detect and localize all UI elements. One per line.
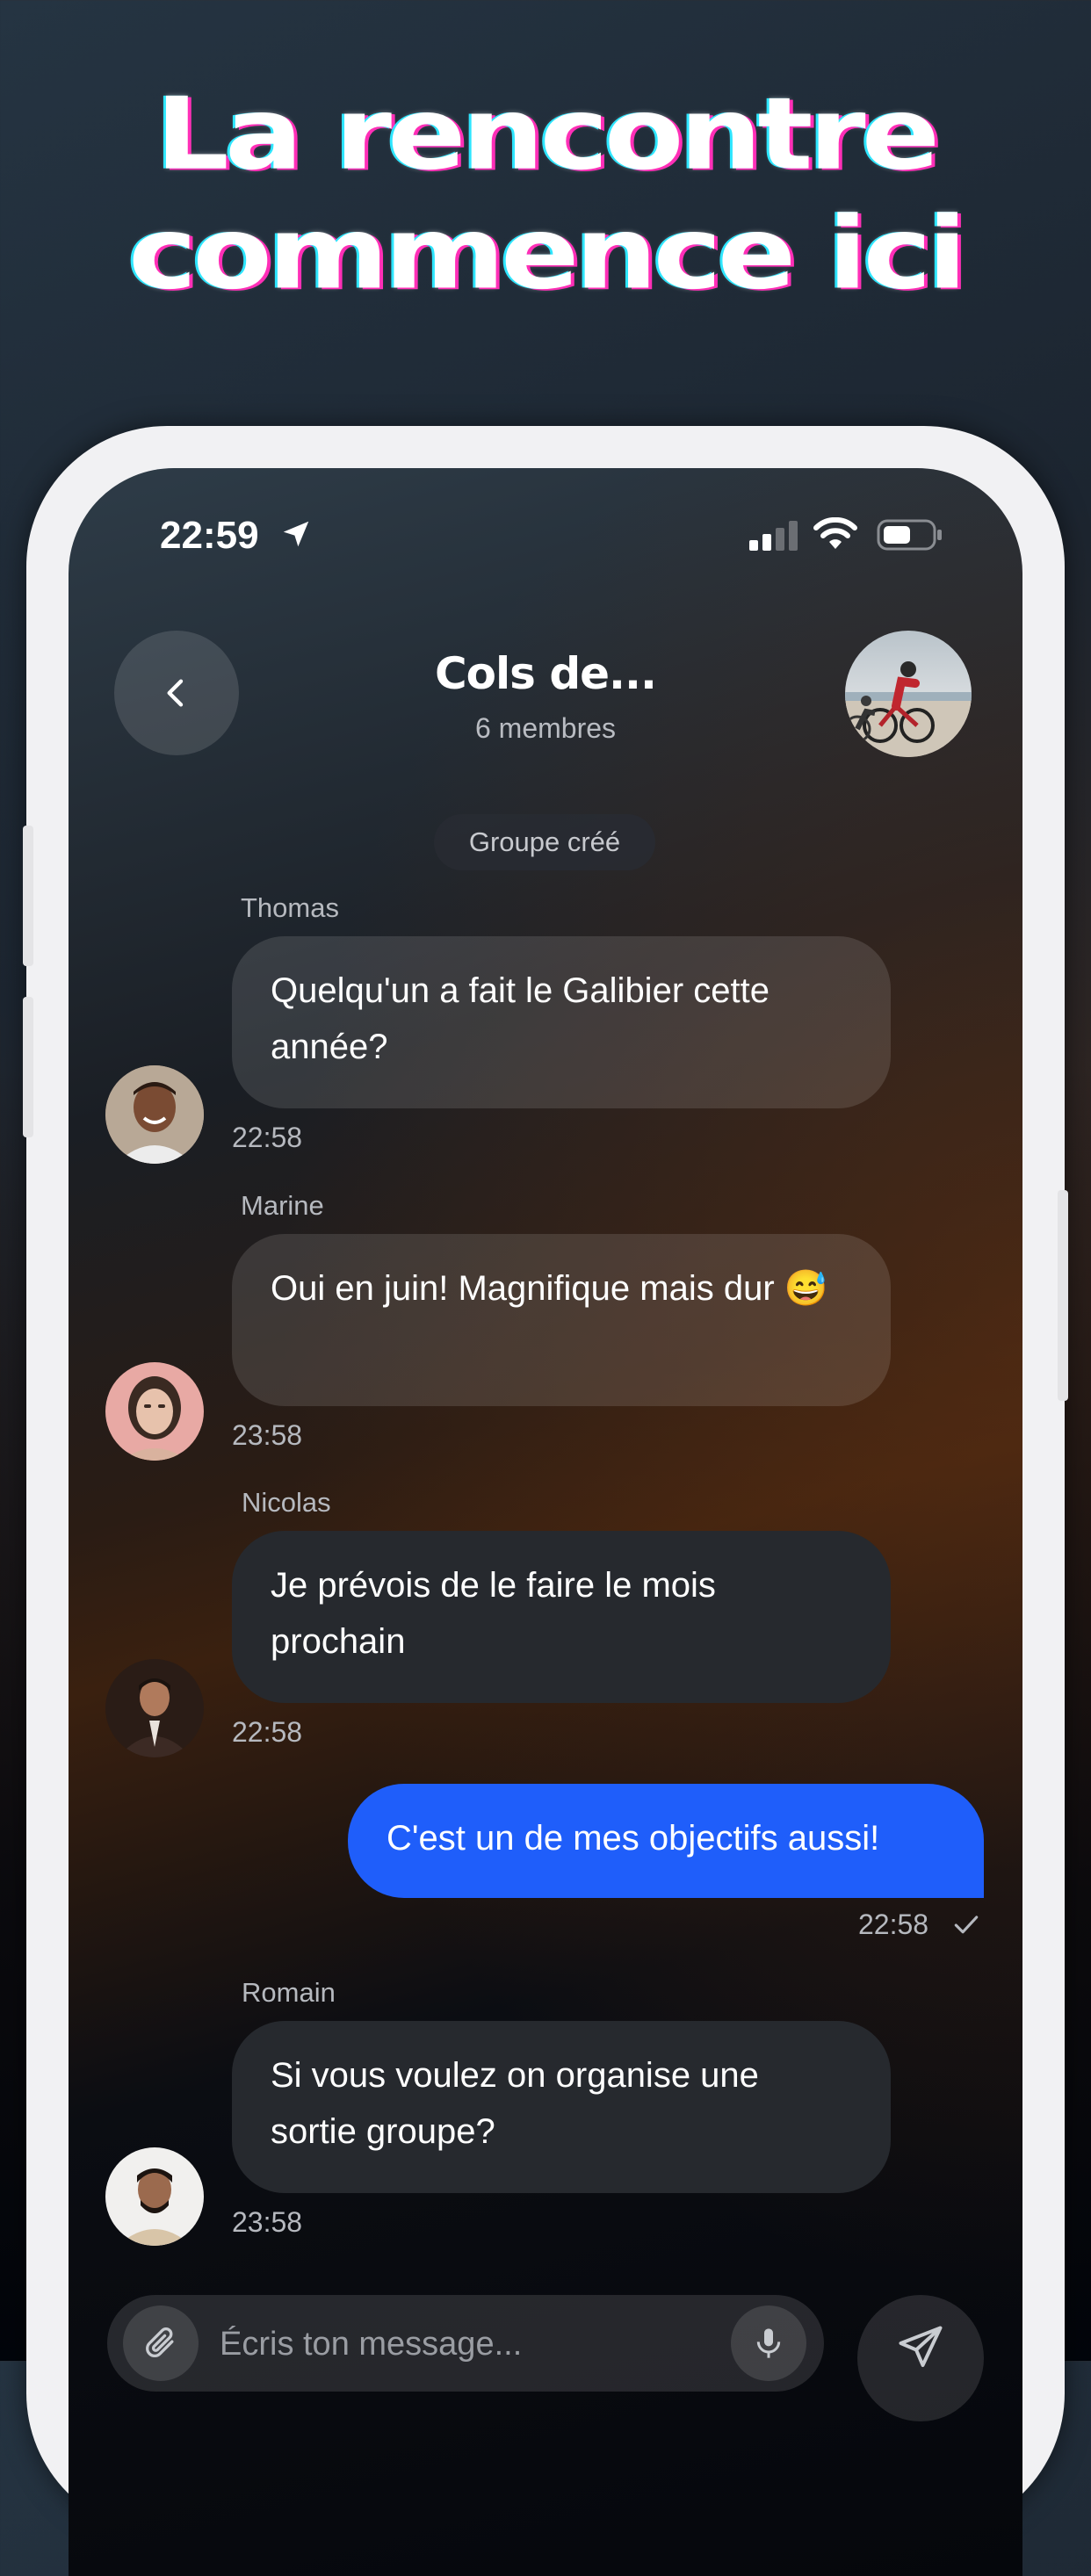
- phone-power-button: [1058, 1190, 1068, 1401]
- headline-line-1: La rencontre: [155, 76, 940, 193]
- message-time: 23:58: [232, 2206, 303, 2238]
- message-sender: Nicolas: [242, 1487, 331, 1518]
- phone-volume-down-button: [23, 997, 33, 1137]
- message-sender: Marine: [241, 1190, 324, 1221]
- person-photo: [105, 1362, 204, 1461]
- message-input[interactable]: [218, 2320, 661, 2369]
- message-sender: Thomas: [241, 892, 339, 923]
- incoming-message-bubble[interactable]: Quelqu'un a fait le Galibier cette année…: [232, 936, 891, 1108]
- avatar-thomas[interactable]: [105, 1065, 204, 1164]
- screen-glow: [69, 468, 1022, 2576]
- message-time: 22:58: [858, 1909, 929, 1940]
- incoming-message-bubble[interactable]: Je prévois de le faire le mois prochain: [232, 1531, 891, 1703]
- person-photo: [105, 1065, 204, 1164]
- person-photo: [105, 2147, 204, 2246]
- cyclists-photo: [845, 661, 972, 757]
- cellular-signal-icon: [749, 521, 798, 551]
- message-composer: [107, 2295, 824, 2392]
- incoming-message-bubble[interactable]: Si vous voulez on organise une sortie gr…: [232, 2021, 891, 2193]
- send-button[interactable]: [857, 2295, 984, 2421]
- message-time: 23:58: [232, 1419, 303, 1451]
- promo-headline: La rencontre commence ici: [0, 75, 1091, 314]
- paperclip-icon: [146, 2327, 174, 2358]
- avatar-romain[interactable]: [105, 2147, 204, 2246]
- battery-icon: [877, 519, 942, 551]
- message-sender: Romain: [242, 1977, 336, 2008]
- message-time: 22:58: [232, 1716, 303, 1748]
- check-icon: [954, 1916, 979, 1934]
- headline-line-2: commence ici: [128, 195, 967, 313]
- outgoing-message-bubble[interactable]: C'est un de mes objectifs aussi!: [348, 1784, 984, 1898]
- microphone-icon: [756, 2328, 781, 2358]
- voice-message-button[interactable]: [731, 2305, 806, 2381]
- avatar-nicolas[interactable]: [105, 1659, 204, 1757]
- avatar-marine[interactable]: [105, 1362, 204, 1461]
- system-message-pill: Groupe créé: [434, 814, 655, 870]
- message-time: 22:58: [232, 1122, 303, 1153]
- attach-button[interactable]: [123, 2305, 199, 2381]
- person-photo: [105, 1659, 204, 1757]
- status-time: 22:59: [160, 514, 259, 557]
- location-arrow-icon: [283, 521, 309, 547]
- phone-screen: 22:59 Cols de... 6 membres Groupe créé T…: [69, 468, 1022, 2576]
- phone-volume-up-button: [23, 826, 33, 966]
- wifi-icon: [813, 517, 857, 549]
- group-avatar[interactable]: [845, 631, 972, 757]
- incoming-message-bubble[interactable]: Oui en juin! Magnifique mais dur 😅: [232, 1234, 891, 1406]
- send-icon: [899, 2326, 943, 2367]
